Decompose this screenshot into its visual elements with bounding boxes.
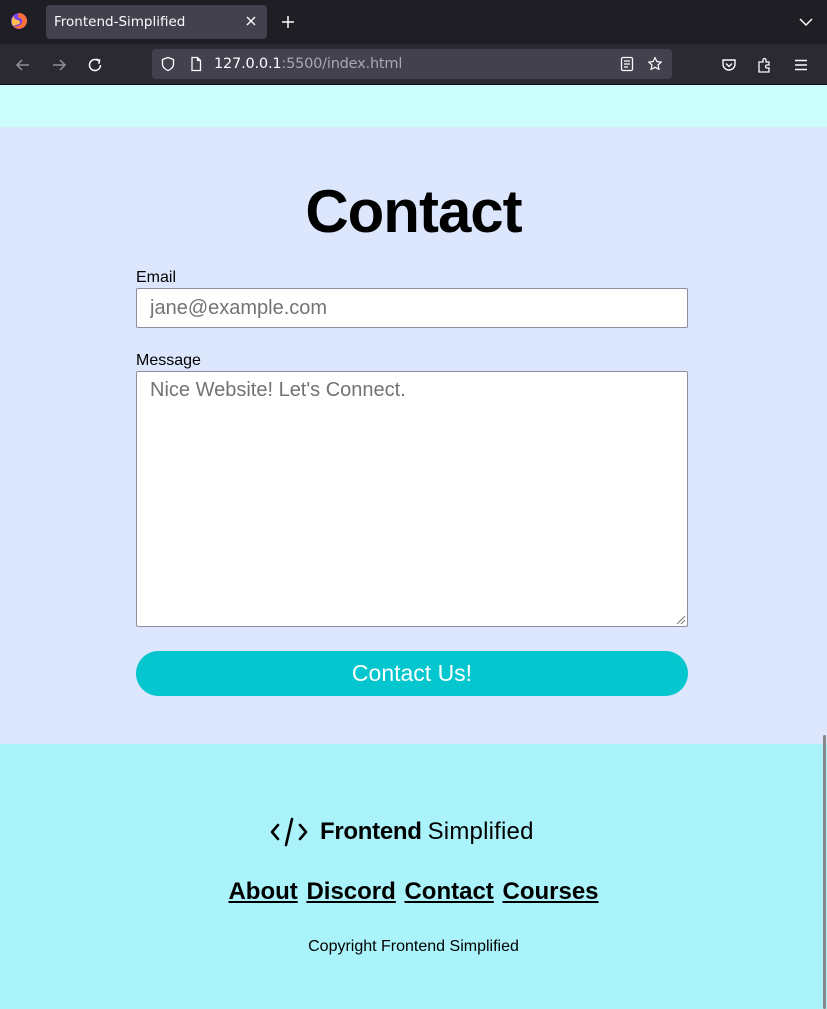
footer-link-contact[interactable]: Contact — [404, 878, 493, 905]
navigation-toolbar: 127.0.0.1:5500/index.html — [0, 44, 827, 85]
email-label: Email — [136, 269, 177, 286]
plus-icon[interactable] — [280, 14, 296, 30]
footer-link-about[interactable]: About — [228, 878, 297, 905]
star-icon[interactable] — [647, 56, 663, 72]
tab-title: Frontend-Simplified — [54, 14, 186, 30]
menu-icon[interactable] — [792, 56, 810, 74]
extensions-icon[interactable] — [756, 56, 774, 74]
footer-brand[interactable]: Frontend Simplified — [270, 817, 534, 847]
reload-icon[interactable] — [86, 56, 104, 74]
tab-bar: Frontend-Simplified — [0, 0, 827, 44]
contact-title: Contact — [305, 178, 522, 245]
active-tab[interactable]: Frontend-Simplified — [46, 5, 267, 39]
url-path: :5500/index.html — [281, 56, 403, 72]
chevron-down-icon[interactable] — [799, 15, 813, 29]
page-scrollbar[interactable] — [823, 735, 826, 1009]
forward-arrow-icon[interactable] — [50, 56, 68, 74]
header-strip — [0, 85, 827, 127]
copyright-text: Copyright Frontend Simplified — [308, 938, 519, 955]
page-icon[interactable] — [188, 56, 204, 72]
firefox-logo-icon[interactable] — [10, 12, 28, 30]
back-arrow-icon[interactable] — [14, 56, 32, 74]
reader-view-icon[interactable] — [619, 56, 635, 72]
pocket-icon[interactable] — [720, 56, 738, 74]
email-field[interactable] — [136, 288, 688, 328]
footer-link-courses[interactable]: Courses — [502, 878, 598, 905]
code-brackets-icon — [270, 817, 308, 847]
brand-name-bold: Frontend — [320, 818, 422, 845]
resize-grip-icon[interactable] — [675, 614, 686, 625]
contact-submit-button[interactable]: Contact Us! — [136, 651, 688, 696]
footer-nav: About Discord Contact Courses — [0, 878, 827, 906]
url-text[interactable]: 127.0.0.1:5500/index.html — [214, 56, 402, 72]
page-viewport: Contact Email Message Contact Us! Fronte… — [0, 85, 827, 1009]
shield-icon[interactable] — [160, 56, 176, 72]
brand-name-light: Simplified — [427, 818, 534, 845]
footer: Frontend Simplified About Discord Contac… — [0, 744, 827, 1009]
url-host: 127.0.0.1 — [214, 56, 282, 72]
message-textarea[interactable] — [136, 371, 688, 627]
footer-link-discord[interactable]: Discord — [306, 878, 395, 905]
close-icon[interactable] — [244, 14, 258, 28]
url-bar[interactable]: 127.0.0.1:5500/index.html — [152, 49, 672, 79]
message-label: Message — [136, 352, 201, 369]
